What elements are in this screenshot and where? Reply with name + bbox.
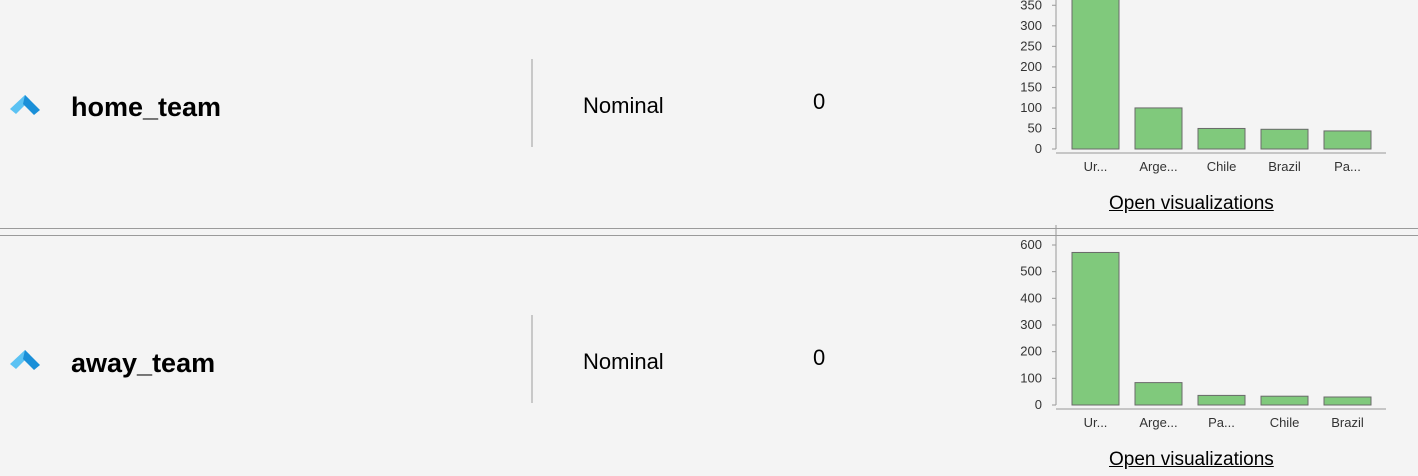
y-tick-label: 300 <box>1020 317 1042 332</box>
bar[interactable] <box>1134 382 1183 406</box>
y-tick-label: 100 <box>1020 100 1042 115</box>
column-divider <box>531 315 533 403</box>
chevron-up-icon[interactable] <box>10 348 44 372</box>
distribution-chart: 0 50 100 150 200 250 300 350 Ur... Arge... Chile Br… <box>1020 0 1386 174</box>
y-tick-label: 200 <box>1020 344 1042 359</box>
y-tick-label: 600 <box>1020 237 1042 252</box>
y-tick-label: 0 <box>1035 141 1042 156</box>
bar[interactable] <box>1197 127 1246 150</box>
y-tick-label: 250 <box>1020 38 1042 53</box>
x-tick-label: Brazil <box>1331 415 1364 430</box>
attribute-name: away_team <box>71 348 216 378</box>
open-visualizations-link[interactable]: Open visualizations <box>1109 193 1274 215</box>
attribute-name: home_team <box>71 92 222 122</box>
x-tick-label: Ur... <box>1084 415 1108 430</box>
x-tick-label: Pa... <box>1208 415 1235 430</box>
y-tick-label: 50 <box>1028 120 1042 135</box>
y-tick-label: 300 <box>1020 18 1042 33</box>
x-tick-label: Arge... <box>1139 159 1177 174</box>
bar[interactable] <box>1260 128 1309 150</box>
bar[interactable] <box>1197 394 1246 406</box>
y-tick-label: 0 <box>1035 397 1042 412</box>
y-tick-label: 400 <box>1020 290 1042 305</box>
distribution-chart: 0 100 200 300 400 500 600 Ur... Arge... Pa... Chil… <box>1020 225 1386 430</box>
x-tick-label: Chile <box>1207 159 1237 174</box>
x-tick-label: Brazil <box>1268 159 1301 174</box>
bar[interactable] <box>1260 395 1309 406</box>
y-tick-label: 350 <box>1020 0 1042 12</box>
y-tick-label: 500 <box>1020 264 1042 279</box>
bar[interactable] <box>1323 130 1372 150</box>
y-tick-label: 200 <box>1020 59 1042 74</box>
attribute-type: Nominal <box>583 93 664 118</box>
missing-count: 0 <box>813 89 826 114</box>
y-tick-label: 150 <box>1020 79 1042 94</box>
bar[interactable] <box>1071 0 1120 150</box>
y-tick-label: 100 <box>1020 370 1042 385</box>
x-tick-label: Chile <box>1270 415 1300 430</box>
bar[interactable] <box>1323 396 1372 406</box>
open-visualizations-link[interactable]: Open visualizations <box>1109 449 1274 471</box>
missing-count: 0 <box>813 345 826 370</box>
chevron-up-icon[interactable] <box>10 93 44 117</box>
attribute-type: Nominal <box>583 349 664 374</box>
attribute-row-home-team: home_team Nominal 0 0 50 100 150 200 250 300 35… <box>0 0 1418 228</box>
x-tick-label: Pa... <box>1334 159 1361 174</box>
attribute-row-away-team: away_team Nominal 0 0 100 200 300 400 500 600 U… <box>0 225 1418 476</box>
x-tick-label: Ur... <box>1084 159 1108 174</box>
x-tick-label: Arge... <box>1139 415 1177 430</box>
bar[interactable] <box>1071 251 1120 406</box>
row-separator <box>0 228 1418 229</box>
bar[interactable] <box>1134 107 1183 150</box>
column-divider <box>531 59 533 147</box>
